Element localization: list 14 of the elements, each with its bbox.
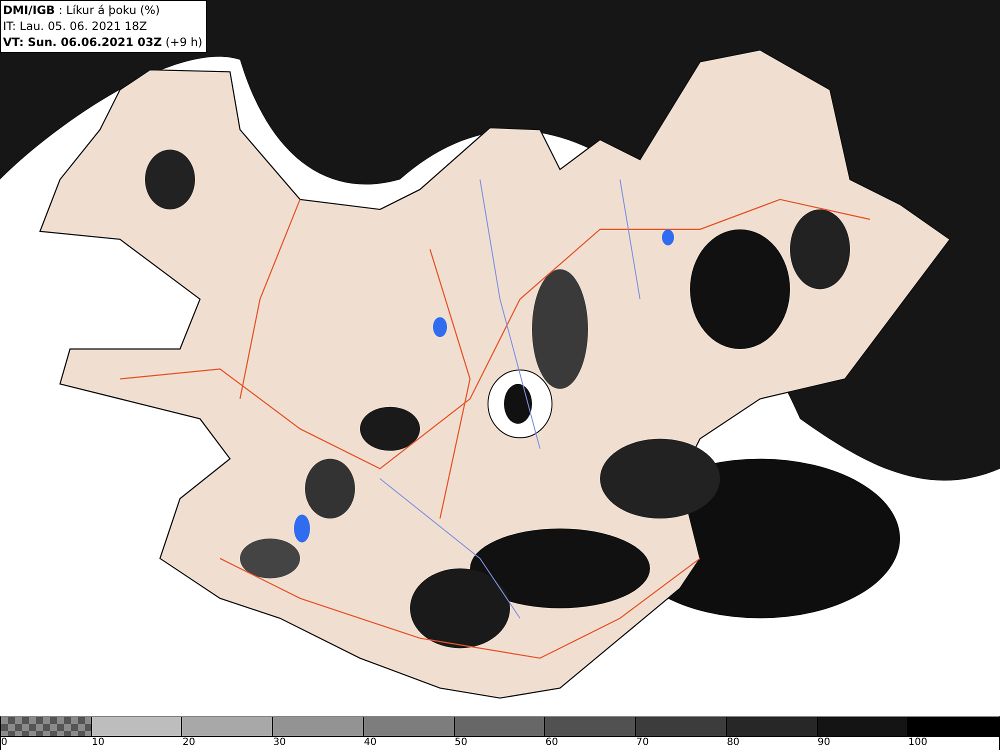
- legend-tick-label: 60: [545, 737, 558, 750]
- legend-tick-label: 0: [1, 737, 8, 750]
- legend-tick-label: 20: [182, 737, 196, 750]
- legend-tick-label: 90: [818, 737, 830, 750]
- legend-tick-label: 100: [908, 737, 928, 750]
- legend-tick-label: 30: [273, 737, 286, 750]
- legend-tick-label: 50: [454, 737, 468, 750]
- map-info-text: DMI/IGB : Líkur á þoku (%): [3, 2, 161, 18]
- legend-tick-label: 80: [726, 737, 740, 750]
- map-info-text: IT: Lau. 05. 06. 2021 18Z: [3, 18, 148, 34]
- legend-tick-label: 10: [92, 737, 104, 750]
- legend-tick-label: 70: [636, 737, 649, 750]
- legend-tick-label: 40: [364, 737, 377, 750]
- map-info-text: VT: Sun. 06.06.2021 03Z (+9 h): [3, 34, 202, 50]
